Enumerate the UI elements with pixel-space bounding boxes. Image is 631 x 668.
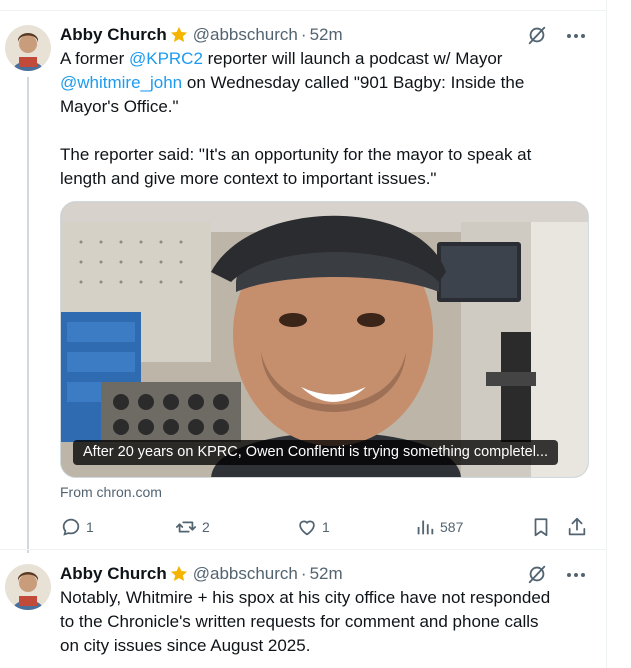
more-icon[interactable] — [565, 27, 587, 45]
link-card[interactable]: After 20 years on KPRC, Owen Conflenti i… — [60, 201, 589, 478]
tweet-text: Notably, Whitmire + his spox at his city… — [60, 588, 551, 655]
author-name[interactable]: Abby Church — [60, 25, 167, 45]
author-handle[interactable]: @abbschurch — [193, 25, 298, 45]
tweet-text-segment: reporter will launch a podcast w/ Mayor — [207, 49, 503, 68]
star-badge-icon — [169, 25, 189, 45]
like-icon — [299, 520, 315, 536]
bookmark-icon — [534, 518, 548, 537]
avatar[interactable] — [5, 25, 51, 71]
reply-count: 1 — [86, 519, 94, 535]
mention-link[interactable]: @whitmire_john — [60, 73, 182, 92]
thread-connector — [27, 77, 29, 553]
author-name[interactable]: Abby Church — [60, 564, 167, 584]
like-button[interactable]: 1 — [296, 515, 330, 539]
tweet-text-segment: A former — [60, 49, 129, 68]
star-badge-icon — [169, 564, 189, 584]
reply-icon — [62, 518, 80, 536]
like-count: 1 — [322, 519, 330, 535]
more-icon[interactable] — [565, 566, 587, 584]
card-image — [61, 202, 588, 477]
card-source[interactable]: From chron.com — [60, 484, 162, 500]
repost-icon — [175, 521, 197, 533]
timestamp[interactable]: 52m — [310, 25, 343, 45]
tweet-header: Abby Church @abbschurch · 52m — [60, 23, 343, 47]
separator-dot: · — [300, 25, 307, 44]
separator-dot: · — [300, 564, 307, 583]
grok-icon[interactable] — [526, 563, 548, 585]
timestamp[interactable]: 52m — [310, 564, 343, 584]
reply-button[interactable]: 1 — [60, 515, 94, 539]
repost-button[interactable]: 2 — [174, 515, 210, 539]
tweet[interactable]: Abby Church @abbschurch · 52m Notably, W… — [0, 550, 607, 668]
bookmark-button[interactable] — [530, 515, 552, 539]
views-button[interactable]: 587 — [414, 515, 463, 539]
action-bar: 1 2 1 587 — [60, 515, 595, 539]
repost-count: 2 — [202, 519, 210, 535]
tweet-text: A former @KPRC2 reporter will launch a p… — [60, 47, 595, 191]
grok-icon[interactable] — [526, 24, 548, 46]
share-button[interactable] — [566, 515, 588, 539]
tweet-header: Abby Church @abbschurch · 52m — [60, 562, 343, 586]
views-icon — [417, 520, 434, 535]
avatar[interactable] — [5, 564, 51, 610]
share-icon — [568, 517, 586, 536]
card-caption: After 20 years on KPRC, Owen Conflenti i… — [73, 440, 559, 465]
author-handle[interactable]: @abbschurch — [193, 564, 298, 584]
views-count: 587 — [440, 519, 464, 535]
tweet[interactable]: Abby Church @abbschurch · 52m A former @… — [0, 11, 607, 553]
mention-link[interactable]: @KPRC2 — [129, 49, 203, 68]
